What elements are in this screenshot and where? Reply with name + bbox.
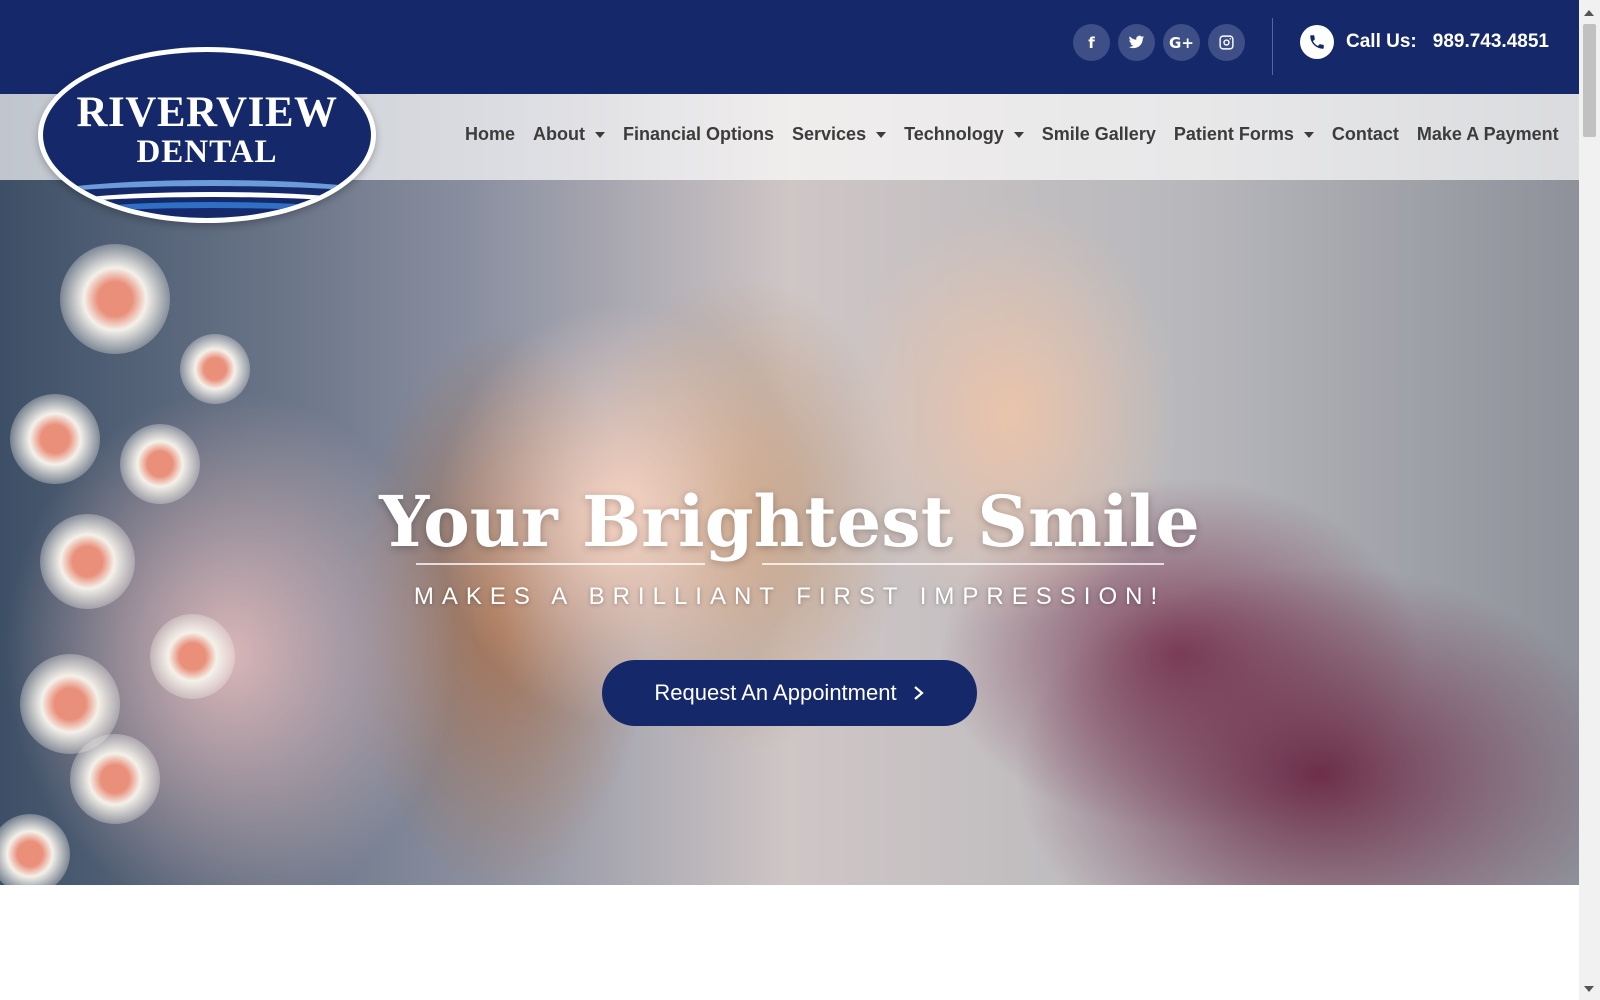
nav-label: About [533,124,585,144]
request-appointment-button[interactable]: Request An Appointment [602,660,977,726]
nav-about[interactable]: About [533,124,605,145]
scroll-up-arrow-icon[interactable] [1584,10,1594,16]
headline-underline [416,563,705,565]
hero-subheadline: MAKES A BRILLIANT FIRST IMPRESSION! [413,583,1166,610]
google-plus-link[interactable]: G+ [1163,24,1200,61]
caret-down-icon [595,131,605,138]
twitter-icon [1128,35,1145,49]
blossom-decoration [10,394,100,484]
nav-technology[interactable]: Technology [904,124,1024,145]
blossom-decoration [180,334,250,404]
caret-down-icon [1303,131,1314,138]
nav-label: Technology [904,124,1004,144]
blossom-decoration [150,614,235,699]
instagram-icon [1219,35,1234,50]
nav-label: Financial Options [623,124,775,144]
nav-smile-gallery[interactable]: Smile Gallery [1042,124,1156,145]
logo-badge: RIVERVIEW DENTAL [43,52,371,218]
site-logo[interactable]: RIVERVIEW DENTAL [38,47,376,223]
facebook-icon: f [1088,33,1095,52]
nav-label: Services [792,124,867,144]
nav-patient-forms[interactable]: Patient Forms [1174,124,1314,145]
facebook-link[interactable]: f [1073,24,1110,61]
call-us-label: Call Us: [1346,31,1417,52]
twitter-link[interactable] [1118,24,1155,61]
social-links: f G+ [1073,24,1245,61]
nav-services[interactable]: Services [792,124,887,145]
nav-label: Patient Forms [1173,124,1294,144]
nav-contact[interactable]: Contact [1332,124,1399,145]
logo-text-dental: DENTAL [136,134,278,170]
scrollbar-thumb[interactable] [1583,24,1596,137]
nav-financial-options[interactable]: Financial Options [623,124,774,145]
blossom-decoration [70,734,160,824]
instagram-link[interactable] [1208,24,1245,61]
nav-home[interactable]: Home [465,124,515,145]
topbar-divider [1272,18,1273,75]
scroll-down-arrow-icon[interactable] [1584,986,1594,992]
google-plus-icon: G+ [1169,33,1194,52]
nav-label: Smile Gallery [1041,124,1156,144]
nav-label: Contact [1331,124,1399,144]
page-scrollbar[interactable] [1579,0,1600,1000]
nav-label: Home [465,124,516,144]
nav-label: Make A Payment [1416,124,1559,144]
caret-down-icon [876,131,887,138]
caret-down-icon [1013,131,1024,138]
nav-make-a-payment[interactable]: Make A Payment [1417,124,1559,145]
hero-headline: Your Brightest Smile [379,480,1200,563]
main-nav: Home About Financial Options Services Te… [465,124,1559,145]
logo-text-riverview: RIVERVIEW [76,89,338,136]
cta-label: Request An Appointment [654,680,897,705]
headline-underline [762,563,1164,565]
blossom-decoration [0,814,70,885]
phone-number: 989.743.4851 [1432,31,1549,52]
phone-icon [1300,25,1334,59]
chevron-right-icon [913,686,924,700]
blossom-decoration [60,244,170,354]
call-us-link[interactable]: Call Us: 989.743.4851 [1300,25,1549,59]
